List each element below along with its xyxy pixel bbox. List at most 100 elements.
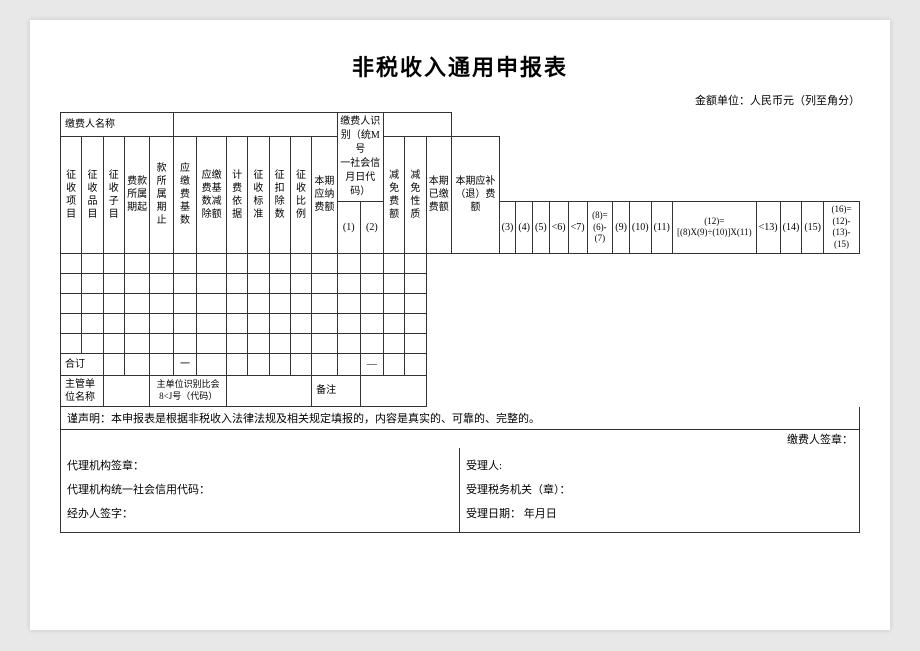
taxpayer-id-value[interactable] <box>383 113 451 137</box>
authority-name-value[interactable] <box>103 375 150 406</box>
cell[interactable] <box>337 333 360 353</box>
cell[interactable] <box>360 253 383 273</box>
subtotal-cell[interactable] <box>405 353 426 375</box>
cell[interactable] <box>383 313 404 333</box>
cell[interactable] <box>269 253 290 273</box>
cell[interactable] <box>383 293 404 313</box>
cell[interactable] <box>383 273 404 293</box>
cell[interactable] <box>248 333 269 353</box>
cell[interactable] <box>248 273 269 293</box>
cell[interactable] <box>82 333 103 353</box>
cell[interactable] <box>290 293 311 313</box>
cell[interactable] <box>82 293 103 313</box>
cell[interactable] <box>82 253 103 273</box>
cell[interactable] <box>337 253 360 273</box>
cell[interactable] <box>197 313 227 333</box>
cell[interactable] <box>312 333 338 353</box>
cell[interactable] <box>360 273 383 293</box>
cell[interactable] <box>248 293 269 313</box>
cell[interactable] <box>290 273 311 293</box>
cell[interactable] <box>197 293 227 313</box>
subtotal-cell[interactable] <box>103 353 124 375</box>
cell[interactable] <box>61 313 82 333</box>
taxpayer-name-value[interactable] <box>173 113 337 137</box>
cell[interactable] <box>150 273 173 293</box>
cell[interactable] <box>61 333 82 353</box>
cell[interactable] <box>312 273 338 293</box>
cell[interactable] <box>226 313 247 333</box>
cell[interactable] <box>337 293 360 313</box>
cell[interactable] <box>383 253 404 273</box>
cell[interactable] <box>405 313 426 333</box>
cell[interactable] <box>337 273 360 293</box>
cell[interactable] <box>82 273 103 293</box>
cell[interactable] <box>405 253 426 273</box>
cell[interactable] <box>226 273 247 293</box>
cell[interactable] <box>290 313 311 333</box>
cell[interactable] <box>124 293 150 313</box>
subtotal-cell[interactable] <box>150 353 173 375</box>
cell[interactable] <box>226 253 247 273</box>
cell[interactable] <box>103 293 124 313</box>
cell[interactable] <box>150 313 173 333</box>
subtotal-cell[interactable] <box>248 353 269 375</box>
cell[interactable] <box>269 293 290 313</box>
page: 非税收入通用申报表 金额单位：人民币元（列至角分） 缴费人名称 缴费人识别（统M… <box>30 20 890 630</box>
cell[interactable] <box>269 313 290 333</box>
cell[interactable] <box>124 313 150 333</box>
date-label: 受理日期： 年月日 <box>466 502 853 526</box>
cell[interactable] <box>405 333 426 353</box>
cell[interactable] <box>173 293 196 313</box>
cell[interactable] <box>124 333 150 353</box>
cell[interactable] <box>226 293 247 313</box>
cell[interactable] <box>360 333 383 353</box>
cell[interactable] <box>103 273 124 293</box>
subtotal-cell[interactable] <box>226 353 247 375</box>
cell[interactable] <box>103 333 124 353</box>
cell[interactable] <box>173 313 196 333</box>
cell[interactable] <box>103 313 124 333</box>
cell[interactable] <box>290 253 311 273</box>
cell[interactable] <box>150 253 173 273</box>
cell[interactable] <box>405 293 426 313</box>
cell[interactable] <box>248 313 269 333</box>
cell[interactable] <box>360 313 383 333</box>
cell[interactable] <box>269 273 290 293</box>
cell[interactable] <box>197 273 227 293</box>
subtotal-cell[interactable] <box>197 353 227 375</box>
subtotal-cell[interactable] <box>383 353 404 375</box>
cell[interactable] <box>360 293 383 313</box>
cell[interactable] <box>337 313 360 333</box>
cell[interactable] <box>173 273 196 293</box>
subtotal-cell[interactable] <box>312 353 338 375</box>
cell[interactable] <box>312 293 338 313</box>
authority-row: 主管单位名称 主单位识别比会8<J号（代码） 备注 <box>61 375 860 406</box>
cell[interactable] <box>197 333 227 353</box>
authority-id-value[interactable] <box>226 375 311 406</box>
cell[interactable] <box>173 333 196 353</box>
cell[interactable] <box>269 333 290 353</box>
cell[interactable] <box>103 253 124 273</box>
cell[interactable] <box>61 273 82 293</box>
cell[interactable] <box>82 313 103 333</box>
cell[interactable] <box>197 253 227 273</box>
cell[interactable] <box>61 253 82 273</box>
cell[interactable] <box>61 293 82 313</box>
subtotal-cell[interactable] <box>337 353 360 375</box>
cell[interactable] <box>290 333 311 353</box>
cell[interactable] <box>405 273 426 293</box>
cell[interactable] <box>383 333 404 353</box>
cell[interactable] <box>312 253 338 273</box>
cell[interactable] <box>124 273 150 293</box>
subtotal-cell[interactable] <box>290 353 311 375</box>
cell[interactable] <box>173 253 196 273</box>
cell[interactable] <box>226 333 247 353</box>
subtotal-cell[interactable] <box>124 353 150 375</box>
cell[interactable] <box>248 253 269 273</box>
cell[interactable] <box>312 313 338 333</box>
cell[interactable] <box>124 253 150 273</box>
cell[interactable] <box>150 333 173 353</box>
remark-value[interactable] <box>360 375 426 406</box>
subtotal-cell[interactable] <box>269 353 290 375</box>
cell[interactable] <box>150 293 173 313</box>
